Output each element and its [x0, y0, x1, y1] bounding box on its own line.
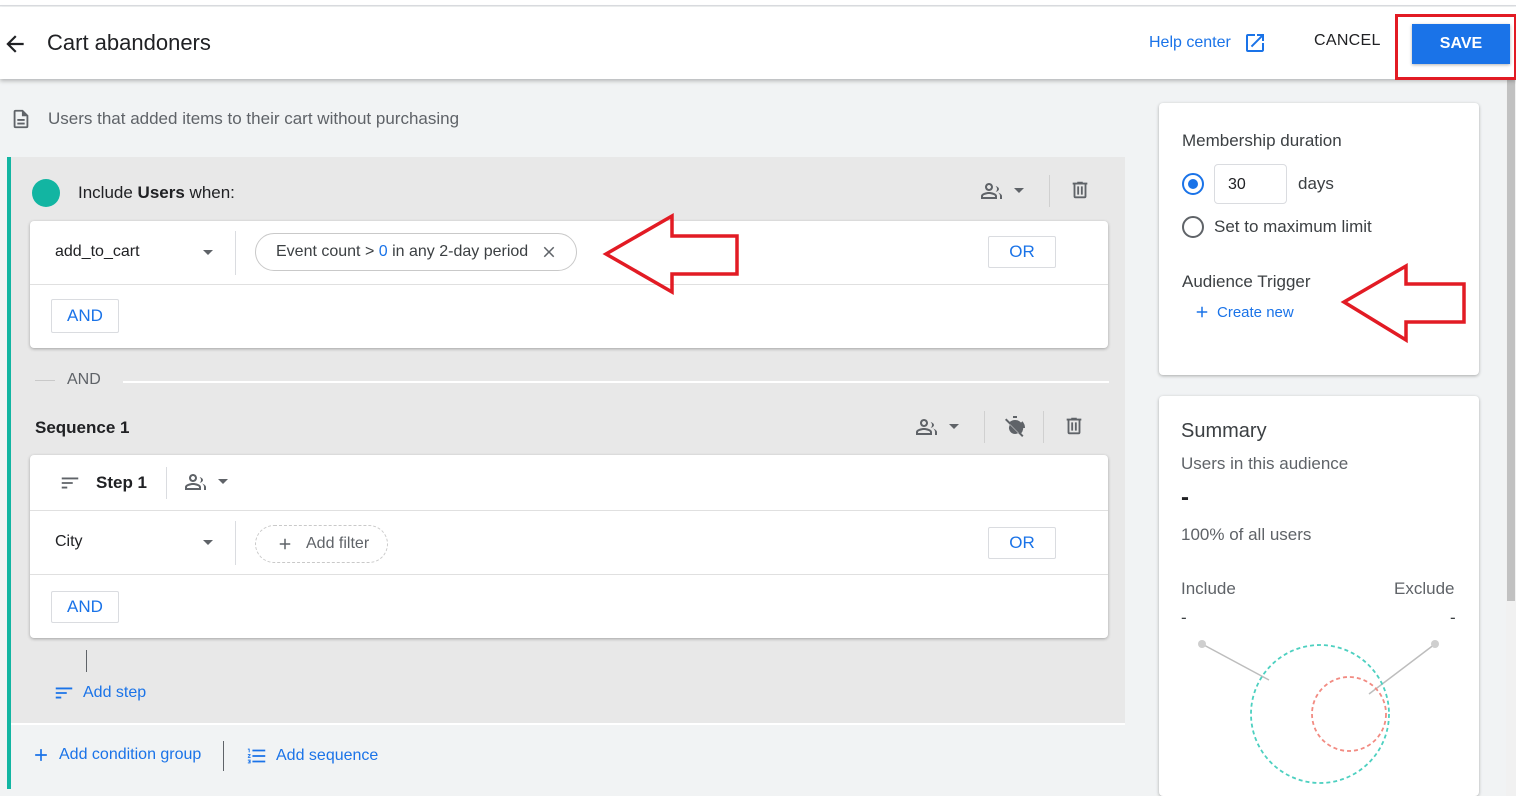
chevron-down-icon[interactable]: [203, 540, 213, 545]
description-row: Users that added items to their cart wit…: [10, 107, 459, 131]
dimension-select[interactable]: City: [55, 533, 83, 551]
venn-diagram: [1198, 640, 1439, 784]
plus-icon: [1196, 306, 1208, 318]
chip-text: Event count > 0 in any 2-day period: [276, 243, 529, 260]
builder-footer: Add condition group Add sequence: [11, 723, 1125, 789]
users-scope-icon[interactable]: [914, 415, 940, 439]
separator-line: [123, 381, 1109, 383]
and-button[interactable]: AND: [51, 591, 119, 623]
membership-title: Membership duration: [1182, 131, 1342, 150]
help-center-label: Help center: [1149, 34, 1231, 51]
delete-icon[interactable]: [1063, 414, 1085, 438]
audience-builder: Users that added items to their cart wit…: [0, 79, 1140, 796]
divider: [30, 574, 1108, 575]
save-button[interactable]: SAVE: [1412, 24, 1510, 64]
app-header: Cart abandoners Help center CANCEL SAVE: [0, 7, 1516, 80]
include-label: Include: [1181, 579, 1236, 598]
divider: [30, 284, 1108, 285]
top-strip: [0, 0, 1516, 6]
chevron-down-icon[interactable]: [949, 424, 959, 429]
days-radio[interactable]: [1182, 173, 1204, 195]
divider: [235, 231, 236, 275]
sequence-card: Step 1 City Add filter OR AND: [30, 455, 1108, 638]
condition-panel: Include Users when: add_to_cart Event co…: [7, 157, 1125, 789]
event-parameter-chip[interactable]: Event count > 0 in any 2-day period: [255, 233, 578, 271]
audience-description[interactable]: Users that added items to their cart wit…: [48, 109, 459, 129]
add-condition-group-button[interactable]: Add condition group: [31, 745, 201, 765]
chevron-down-icon[interactable]: [1014, 188, 1024, 193]
chevron-down-icon[interactable]: [218, 479, 228, 484]
users-scope-icon[interactable]: [979, 179, 1005, 203]
summary-title: Summary: [1181, 420, 1267, 442]
numbered-list-icon: [247, 748, 266, 764]
document-icon: [13, 109, 29, 129]
audience-trigger-title: Audience Trigger: [1182, 272, 1311, 291]
add-filter-button[interactable]: Add filter: [255, 525, 389, 563]
condition-card: add_to_cart Event count > 0 in any 2-day…: [30, 221, 1108, 348]
divider: [984, 411, 985, 443]
and-button[interactable]: AND: [51, 299, 119, 333]
include-value: -: [1181, 608, 1187, 627]
add-step-label: Add step: [83, 684, 147, 701]
help-center-link[interactable]: Help center: [1149, 31, 1267, 55]
percent-of-users: 100% of all users: [1181, 525, 1312, 544]
divider: [30, 510, 1108, 511]
step-title: Step 1: [96, 473, 148, 492]
add-step-button[interactable]: Add step: [53, 682, 146, 704]
sequence-title: Sequence 1: [35, 418, 130, 437]
chevron-down-icon[interactable]: [203, 250, 213, 255]
include-users-label: Include Users when:: [78, 183, 235, 202]
exclude-label: Exclude: [1394, 579, 1455, 598]
users-in-audience-value: -: [1181, 484, 1189, 511]
add-sequence-button[interactable]: Add sequence: [246, 745, 378, 767]
scrollbar-thumb[interactable]: [1507, 79, 1515, 601]
days-input[interactable]: 30: [1214, 164, 1287, 204]
summary-card: Summary Users in this audience - 100% of…: [1159, 396, 1479, 796]
event-select[interactable]: add_to_cart: [55, 243, 140, 261]
sort-icon: [61, 477, 79, 489]
create-new-trigger-button[interactable]: Create new: [1193, 303, 1294, 321]
or-button[interactable]: OR: [988, 236, 1056, 268]
add-filter-label: Add filter: [306, 535, 370, 552]
annotation-arrow-icon: [1340, 262, 1466, 344]
max-limit-radio[interactable]: [1182, 216, 1204, 238]
and-separator: AND: [35, 371, 101, 389]
or-button[interactable]: OR: [988, 527, 1056, 559]
timer-off-icon[interactable]: [1003, 414, 1027, 440]
annotation-arrow-icon: [602, 212, 739, 296]
plus-icon: [279, 538, 291, 550]
open-in-new-icon: [1245, 34, 1264, 52]
step-connector: [86, 650, 87, 672]
scrollbar[interactable]: [1506, 79, 1516, 796]
days-unit: days: [1298, 174, 1334, 193]
include-indicator: [32, 179, 60, 207]
divider: [235, 521, 236, 565]
page-title: Cart abandoners: [47, 30, 211, 55]
divider: [166, 467, 167, 499]
back-arrow-icon[interactable]: [2, 31, 28, 57]
divider: [1049, 175, 1050, 207]
max-limit-label[interactable]: Set to maximum limit: [1214, 217, 1372, 237]
users-scope-icon[interactable]: [183, 470, 209, 494]
sort-icon: [55, 687, 73, 699]
plus-icon: [35, 749, 47, 761]
users-in-audience-label: Users in this audience: [1181, 454, 1349, 473]
delete-icon[interactable]: [1069, 178, 1091, 202]
divider: [223, 741, 224, 771]
close-icon[interactable]: [540, 243, 558, 261]
cancel-button[interactable]: CANCEL: [1314, 32, 1381, 50]
divider: [1043, 411, 1044, 443]
add-condition-group-label: Add condition group: [59, 746, 202, 763]
create-new-label: Create new: [1217, 303, 1294, 321]
add-sequence-label: Add sequence: [276, 747, 379, 764]
exclude-value: -: [1450, 608, 1456, 627]
